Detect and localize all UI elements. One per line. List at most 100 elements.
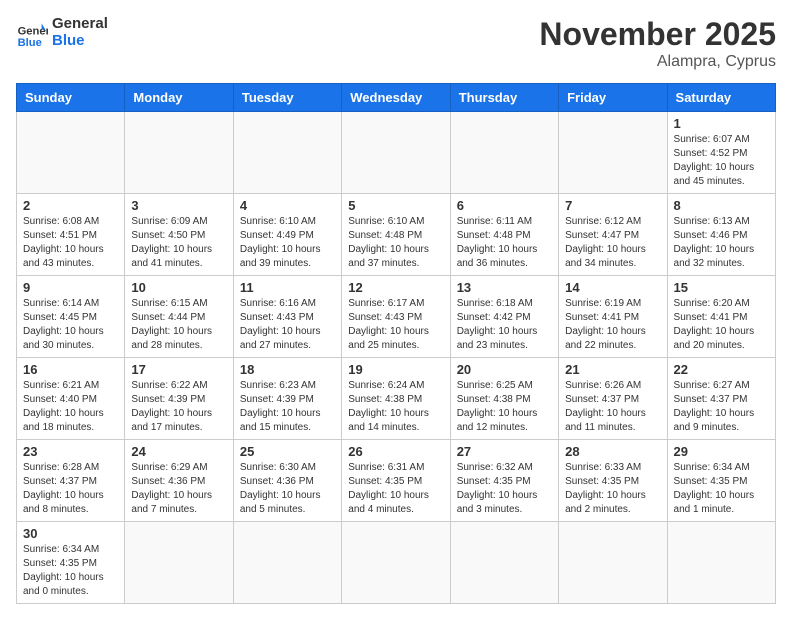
day-number: 19	[348, 362, 443, 377]
day-info: Sunrise: 6:13 AM Sunset: 4:46 PM Dayligh…	[674, 215, 769, 271]
day-number: 24	[131, 444, 226, 459]
calendar-week-row: 2 Sunrise: 6:08 AM Sunset: 4:51 PM Daylig…	[17, 194, 776, 276]
calendar-cell	[125, 522, 233, 604]
calendar-cell	[559, 522, 667, 604]
day-info: Sunrise: 6:31 AM Sunset: 4:35 PM Dayligh…	[348, 461, 443, 517]
day-number: 30	[23, 526, 118, 541]
calendar-cell: 27 Sunrise: 6:32 AM Sunset: 4:35 PM Dayli…	[450, 440, 558, 522]
day-info: Sunrise: 6:23 AM Sunset: 4:39 PM Dayligh…	[240, 379, 335, 435]
day-number: 9	[23, 280, 118, 295]
calendar-cell: 8 Sunrise: 6:13 AM Sunset: 4:46 PM Daylig…	[667, 194, 775, 276]
day-number: 20	[457, 362, 552, 377]
calendar-cell: 5Sunrise: 6:10 AM Sunset: 4:48 PM Daylig…	[342, 194, 450, 276]
day-info: Sunrise: 6:08 AM Sunset: 4:51 PM Dayligh…	[23, 215, 118, 271]
day-info: Sunrise: 6:16 AM Sunset: 4:43 PM Dayligh…	[240, 297, 335, 353]
calendar-cell	[667, 522, 775, 604]
calendar-cell: 30 Sunrise: 6:34 AM Sunset: 4:35 PM Dayli…	[17, 522, 125, 604]
day-info: Sunrise: 6:14 AM Sunset: 4:45 PM Dayligh…	[23, 297, 118, 353]
calendar-cell: 23 Sunrise: 6:28 AM Sunset: 4:37 PM Dayli…	[17, 440, 125, 522]
day-info: Sunrise: 6:26 AM Sunset: 4:37 PM Dayligh…	[565, 379, 660, 435]
calendar-cell: 14Sunrise: 6:19 AM Sunset: 4:41 PM Dayli…	[559, 276, 667, 358]
location-subtitle: Alampra, Cyprus	[539, 53, 776, 71]
day-info: Sunrise: 6:32 AM Sunset: 4:35 PM Dayligh…	[457, 461, 552, 517]
day-number: 29	[674, 444, 769, 459]
day-number: 14	[565, 280, 660, 295]
calendar-cell: 12 Sunrise: 6:17 AM Sunset: 4:43 PM Dayli…	[342, 276, 450, 358]
day-number: 1	[674, 116, 769, 131]
day-info: Sunrise: 6:24 AM Sunset: 4:38 PM Dayligh…	[348, 379, 443, 435]
day-number: 8	[674, 198, 769, 213]
day-number: 27	[457, 444, 552, 459]
day-number: 26	[348, 444, 443, 459]
day-info: Sunrise: 6:28 AM Sunset: 4:37 PM Dayligh…	[23, 461, 118, 517]
calendar-cell: 9 Sunrise: 6:14 AM Sunset: 4:45 PM Daylig…	[17, 276, 125, 358]
svg-text:Blue: Blue	[18, 36, 42, 48]
calendar-cell	[450, 112, 558, 194]
calendar-cell: 21 Sunrise: 6:26 AM Sunset: 4:37 PM Dayli…	[559, 358, 667, 440]
day-info: Sunrise: 6:34 AM Sunset: 4:35 PM Dayligh…	[674, 461, 769, 517]
day-info: Sunrise: 6:22 AM Sunset: 4:39 PM Dayligh…	[131, 379, 226, 435]
calendar-cell: 28Sunrise: 6:33 AM Sunset: 4:35 PM Dayli…	[559, 440, 667, 522]
weekday-header-tuesday: Tuesday	[233, 84, 341, 112]
weekday-header-monday: Monday	[125, 84, 233, 112]
day-number: 2	[23, 198, 118, 213]
day-info: Sunrise: 6:21 AM Sunset: 4:40 PM Dayligh…	[23, 379, 118, 435]
logo-blue-text: Blue	[52, 33, 108, 50]
day-info: Sunrise: 6:11 AM Sunset: 4:48 PM Dayligh…	[457, 215, 552, 271]
day-info: Sunrise: 6:18 AM Sunset: 4:42 PM Dayligh…	[457, 297, 552, 353]
day-info: Sunrise: 6:30 AM Sunset: 4:36 PM Dayligh…	[240, 461, 335, 517]
day-info: Sunrise: 6:07 AM Sunset: 4:52 PM Dayligh…	[674, 133, 769, 189]
calendar-cell	[233, 112, 341, 194]
day-info: Sunrise: 6:25 AM Sunset: 4:38 PM Dayligh…	[457, 379, 552, 435]
calendar-cell	[342, 522, 450, 604]
weekday-header-row: SundayMondayTuesdayWednesdayThursdayFrid…	[17, 84, 776, 112]
day-info: Sunrise: 6:34 AM Sunset: 4:35 PM Dayligh…	[23, 543, 118, 599]
weekday-header-sunday: Sunday	[17, 84, 125, 112]
calendar-cell: 20 Sunrise: 6:25 AM Sunset: 4:38 PM Dayli…	[450, 358, 558, 440]
weekday-header-wednesday: Wednesday	[342, 84, 450, 112]
month-title: November 2025	[539, 16, 776, 53]
weekday-header-saturday: Saturday	[667, 84, 775, 112]
day-number: 16	[23, 362, 118, 377]
day-info: Sunrise: 6:12 AM Sunset: 4:47 PM Dayligh…	[565, 215, 660, 271]
day-number: 21	[565, 362, 660, 377]
calendar-cell: 10Sunrise: 6:15 AM Sunset: 4:44 PM Dayli…	[125, 276, 233, 358]
calendar-cell: 1 Sunrise: 6:07 AM Sunset: 4:52 PM Daylig…	[667, 112, 775, 194]
calendar-cell: 7 Sunrise: 6:12 AM Sunset: 4:47 PM Daylig…	[559, 194, 667, 276]
day-info: Sunrise: 6:10 AM Sunset: 4:48 PM Dayligh…	[348, 215, 443, 271]
calendar-cell	[450, 522, 558, 604]
day-info: Sunrise: 6:17 AM Sunset: 4:43 PM Dayligh…	[348, 297, 443, 353]
day-number: 11	[240, 280, 335, 295]
calendar-cell: 24 Sunrise: 6:29 AM Sunset: 4:36 PM Dayli…	[125, 440, 233, 522]
day-number: 13	[457, 280, 552, 295]
day-info: Sunrise: 6:27 AM Sunset: 4:37 PM Dayligh…	[674, 379, 769, 435]
calendar-cell: 6Sunrise: 6:11 AM Sunset: 4:48 PM Daylig…	[450, 194, 558, 276]
day-number: 28	[565, 444, 660, 459]
day-info: Sunrise: 6:29 AM Sunset: 4:36 PM Dayligh…	[131, 461, 226, 517]
calendar-cell: 11 Sunrise: 6:16 AM Sunset: 4:43 PM Dayli…	[233, 276, 341, 358]
day-number: 12	[348, 280, 443, 295]
calendar-cell: 17 Sunrise: 6:22 AM Sunset: 4:39 PM Dayli…	[125, 358, 233, 440]
calendar-cell: 26 Sunrise: 6:31 AM Sunset: 4:35 PM Dayli…	[342, 440, 450, 522]
day-number: 23	[23, 444, 118, 459]
weekday-header-friday: Friday	[559, 84, 667, 112]
day-info: Sunrise: 6:09 AM Sunset: 4:50 PM Dayligh…	[131, 215, 226, 271]
day-info: Sunrise: 6:15 AM Sunset: 4:44 PM Dayligh…	[131, 297, 226, 353]
day-number: 7	[565, 198, 660, 213]
calendar-cell: 18Sunrise: 6:23 AM Sunset: 4:39 PM Dayli…	[233, 358, 341, 440]
calendar: SundayMondayTuesdayWednesdayThursdayFrid…	[16, 83, 776, 604]
calendar-cell	[342, 112, 450, 194]
calendar-cell: 25Sunrise: 6:30 AM Sunset: 4:36 PM Dayli…	[233, 440, 341, 522]
day-number: 17	[131, 362, 226, 377]
calendar-cell: 2 Sunrise: 6:08 AM Sunset: 4:51 PM Daylig…	[17, 194, 125, 276]
calendar-cell	[559, 112, 667, 194]
calendar-week-row: 1 Sunrise: 6:07 AM Sunset: 4:52 PM Daylig…	[17, 112, 776, 194]
weekday-header-thursday: Thursday	[450, 84, 558, 112]
calendar-cell	[233, 522, 341, 604]
calendar-cell	[125, 112, 233, 194]
day-info: Sunrise: 6:10 AM Sunset: 4:49 PM Dayligh…	[240, 215, 335, 271]
calendar-cell: 15Sunrise: 6:20 AM Sunset: 4:41 PM Dayli…	[667, 276, 775, 358]
title-area: November 2025 Alampra, Cyprus	[539, 16, 776, 71]
header: General Blue General Blue November 2025 …	[16, 16, 776, 71]
calendar-cell: 4Sunrise: 6:10 AM Sunset: 4:49 PM Daylig…	[233, 194, 341, 276]
